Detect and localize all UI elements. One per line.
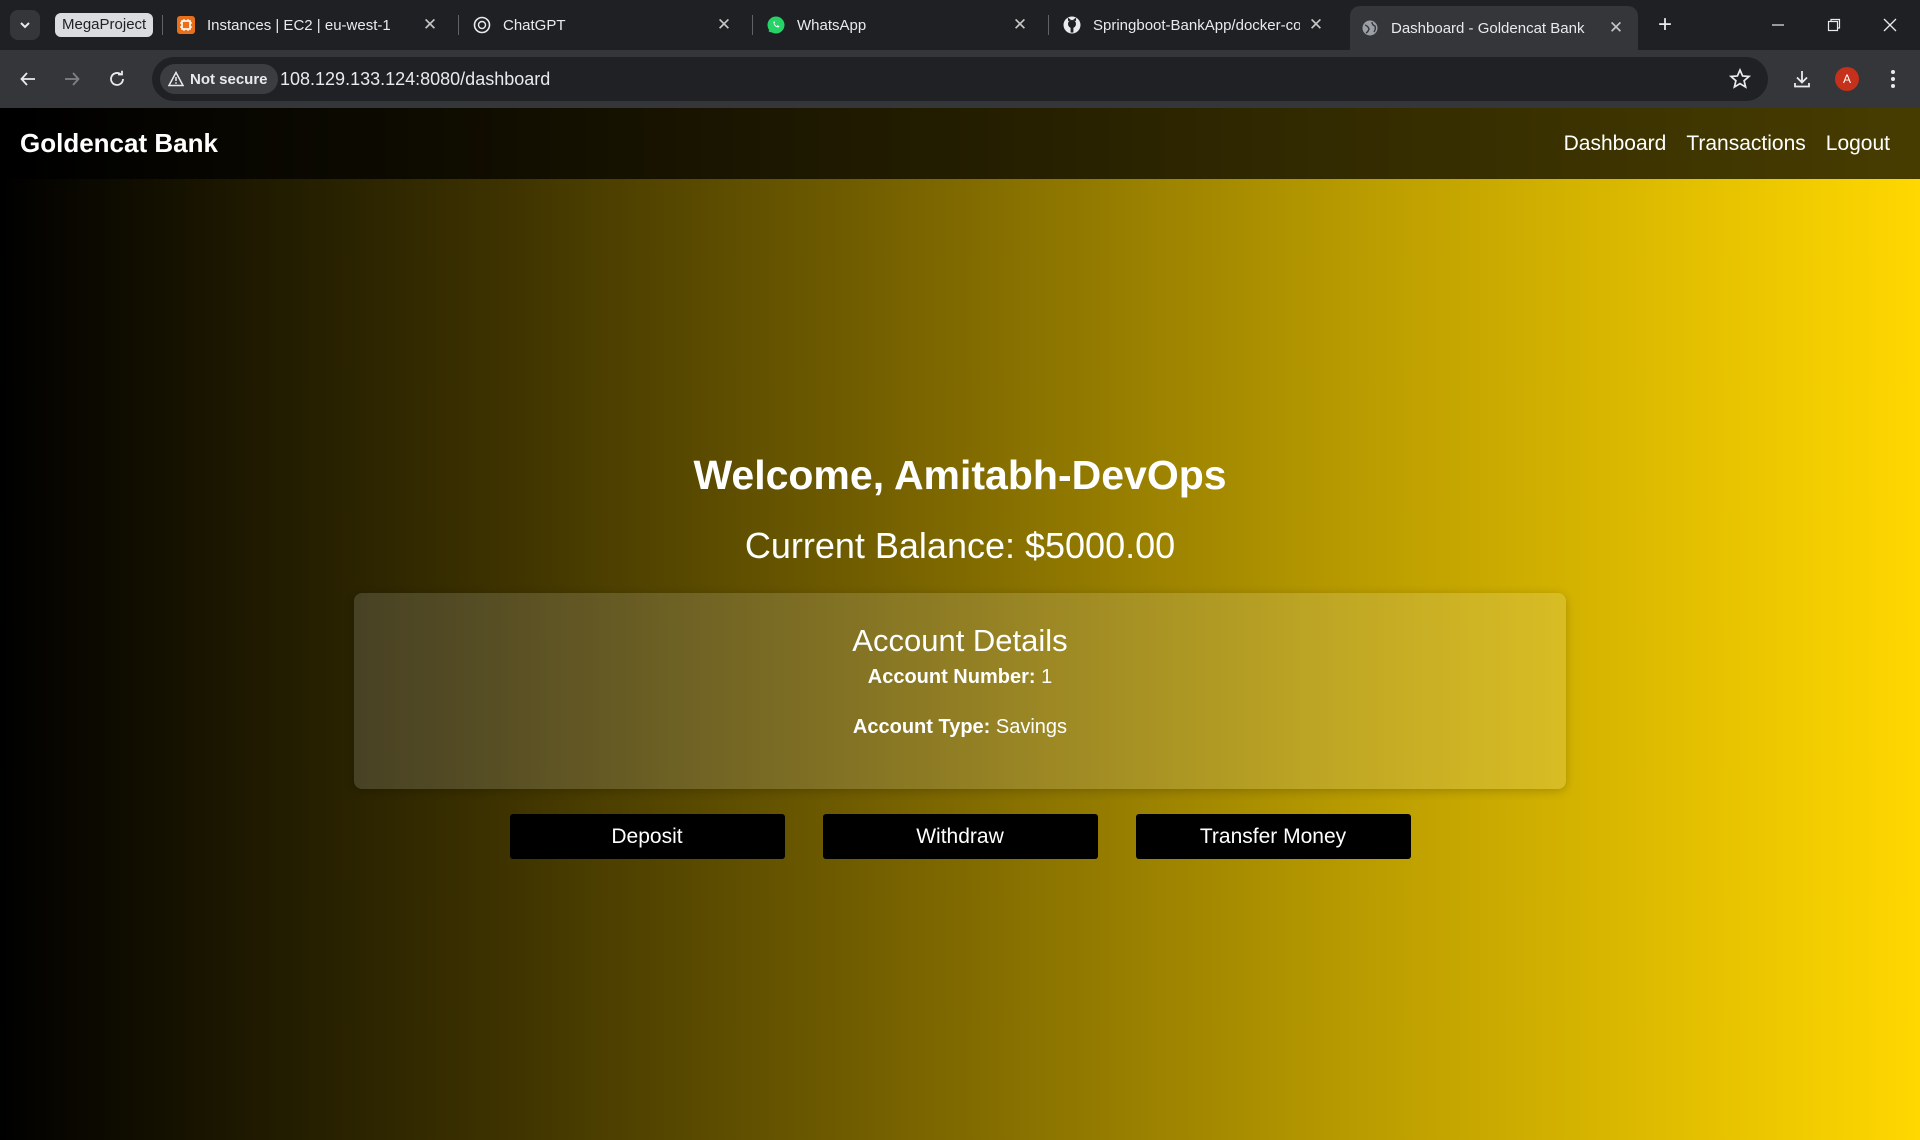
restore-button[interactable] [1806, 0, 1862, 50]
downloads-button[interactable] [1786, 63, 1818, 95]
security-label: Not secure [190, 70, 268, 88]
current-balance: Current Balance: $5000.00 [744, 525, 1176, 566]
account-type-row: Account Type: Savings [354, 716, 1566, 739]
address-bar[interactable]: Not secure 108.129.133.124:8080/dashboar… [152, 57, 1768, 101]
transfer-money-button[interactable]: Transfer Money [1135, 814, 1411, 859]
close-icon[interactable]: ✕ [1306, 15, 1326, 35]
restore-icon [1827, 18, 1841, 32]
tab-title: Dashboard - Goldencat Bank [1391, 19, 1585, 37]
brand-logo[interactable]: Goldencat Bank [20, 108, 218, 179]
reload-icon [110, 70, 124, 86]
browser-tab-strip: MegaProject Instances | EC2 | eu-west-1 … [0, 0, 1920, 50]
withdraw-button[interactable]: Withdraw [822, 814, 1098, 859]
download-icon [1794, 71, 1810, 88]
tab-title: ChatGPT [503, 16, 566, 34]
tab-group-label[interactable]: MegaProject [55, 13, 154, 37]
warning-icon [168, 71, 184, 87]
tab-separator [1048, 15, 1049, 35]
tab-separator [458, 15, 459, 35]
forward-button[interactable] [56, 63, 88, 95]
tab-title: Instances | EC2 | eu-west-1 [207, 16, 391, 34]
arrow-left-icon [20, 72, 35, 86]
url-text[interactable]: 108.129.133.124:8080/dashboard [280, 57, 550, 101]
close-icon[interactable]: ✕ [1606, 18, 1626, 38]
close-icon[interactable]: ✕ [714, 15, 734, 35]
account-number-row: Account Number: 1 [354, 666, 1566, 689]
whatsapp-icon [766, 15, 786, 35]
security-chip[interactable]: Not secure [160, 64, 278, 94]
chatgpt-icon [472, 15, 492, 35]
minimize-icon [1772, 24, 1784, 26]
nav-transactions-link[interactable]: Transactions [1686, 132, 1805, 156]
new-tab-button[interactable]: + [1650, 10, 1680, 40]
tab-separator [752, 15, 753, 35]
minimize-button[interactable] [1750, 0, 1806, 50]
globe-icon [1360, 18, 1380, 38]
tab-whatsapp[interactable]: WhatsApp ✕ [756, 6, 1042, 44]
nav-logout-link[interactable]: Logout [1826, 132, 1890, 156]
action-buttons: Deposit Withdraw Transfer Money [0, 814, 1920, 859]
tab-search-button[interactable] [10, 10, 40, 40]
tab-ec2[interactable]: Instances | EC2 | eu-west-1 ✕ [166, 6, 452, 44]
account-number-value: 1 [1035, 666, 1053, 688]
window-close-button[interactable] [1862, 0, 1918, 50]
close-icon [1883, 18, 1897, 32]
browser-toolbar: Not secure 108.129.133.124:8080/dashboar… [0, 50, 1920, 108]
aws-ec2-icon [176, 15, 196, 35]
tab-dashboard[interactable]: Dashboard - Goldencat Bank ✕ [1350, 6, 1638, 50]
github-icon [1062, 15, 1082, 35]
tab-title: WhatsApp [797, 16, 867, 34]
arrow-right-icon [65, 72, 80, 86]
nav-links: Dashboard Transactions Logout [1564, 108, 1890, 179]
avatar: A [1835, 67, 1859, 91]
close-icon[interactable]: ✕ [420, 15, 440, 35]
tab-title: Springboot-BankApp/docker-co [1093, 16, 1300, 34]
chevron-down-icon [20, 22, 30, 29]
deposit-button[interactable]: Deposit [509, 814, 785, 859]
tab-github[interactable]: Springboot-BankApp/docker-co ✕ [1052, 6, 1338, 44]
account-details-card: Account Details Account Number: 1 Accoun… [354, 593, 1566, 789]
browser-menu-button[interactable] [1877, 63, 1909, 95]
page-viewport: Goldencat Bank Dashboard Transactions Lo… [0, 108, 1920, 1140]
nav-dashboard-link[interactable]: Dashboard [1564, 132, 1667, 156]
profile-button[interactable]: A [1831, 63, 1863, 95]
account-type-value: Savings [990, 716, 1068, 738]
bookmark-star-icon[interactable] [1728, 67, 1752, 91]
account-details-heading: Account Details [852, 623, 1068, 658]
back-button[interactable] [12, 63, 44, 95]
site-navbar: Goldencat Bank Dashboard Transactions Lo… [0, 108, 1920, 179]
tab-chatgpt[interactable]: ChatGPT ✕ [462, 6, 746, 44]
tab-separator [162, 15, 163, 35]
account-number-label: Account Number: [867, 666, 1036, 688]
account-type-label: Account Type: [852, 716, 991, 738]
close-icon[interactable]: ✕ [1010, 15, 1030, 35]
welcome-heading: Welcome, Amitabh-DevOps [693, 452, 1227, 498]
reload-button[interactable] [101, 63, 133, 95]
more-vertical-icon [1891, 70, 1895, 88]
